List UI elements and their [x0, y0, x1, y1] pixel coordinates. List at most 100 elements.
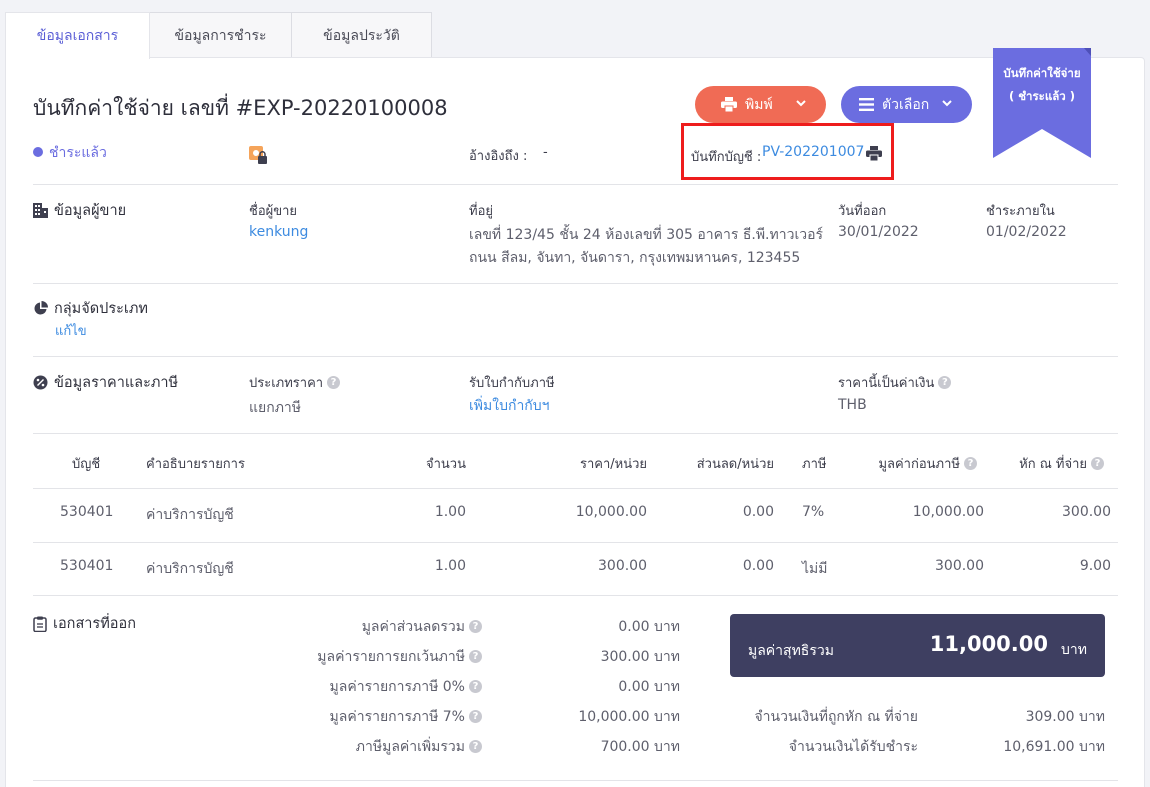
summary-discount-label: มูลค่าส่วนลดรวม? — [240, 616, 482, 638]
divider — [33, 283, 1118, 284]
summary-vat0-value: 0.00 บาท — [618, 679, 680, 695]
percent-badge-icon — [33, 375, 48, 390]
currency-value: THB — [838, 397, 867, 413]
print-button[interactable]: พิมพ์ — [695, 86, 826, 123]
clipboard-icon — [33, 616, 47, 632]
summary-vat0-text: มูลค่ารายการภาษี 0% — [329, 679, 465, 695]
help-icon[interactable]: ? — [964, 457, 977, 470]
chevron-down-icon — [796, 100, 806, 107]
issue-date-label: วันที่ออก — [838, 204, 887, 219]
divider — [33, 433, 1118, 434]
add-tax-invoice-link[interactable]: เพิ่มใบกำกับฯ — [469, 395, 550, 417]
withheld-label: จำนวนเงินที่ถูกหัก ณ ที่จ่าย — [754, 709, 918, 725]
category-edit-link[interactable]: แก้ไข — [55, 320, 87, 341]
divider — [33, 780, 1118, 781]
category-section-title: กลุ่มจัดประเภท — [33, 297, 148, 320]
col-header-withholding: หัก ณ ที่จ่าย? — [980, 453, 1104, 474]
summary-vat7-text: มูลค่ารายการภาษี 7% — [329, 709, 465, 725]
issue-date-value: 30/01/2022 — [838, 224, 919, 240]
status-dot — [33, 147, 43, 157]
summary-vat-total-label: ภาษีมูลค่าเพิ่มรวม? — [240, 736, 482, 758]
help-icon[interactable]: ? — [469, 619, 482, 633]
locked-attachment-icon — [249, 146, 267, 164]
col-header-pretax-text: มูลค่าก่อนภาษี — [878, 457, 960, 472]
summary-vat7-value: 10,000.00 บาท — [578, 709, 680, 725]
price-type-value: แยกภาษี — [249, 400, 302, 416]
col-header-discount: ส่วนลด/หน่วย — [696, 457, 774, 472]
ribbon-title: บันทึกค่าใช้จ่าย — [1003, 66, 1081, 80]
pricing-section-title: ข้อมูลราคาและภาษี — [33, 371, 178, 394]
documents-section-title: เอกสารที่ออก — [33, 612, 136, 635]
divider — [33, 488, 1118, 489]
help-icon[interactable]: ? — [469, 649, 482, 663]
cell-withholding: 9.00 — [1079, 558, 1111, 574]
status-badge: ชำระแล้ว — [33, 142, 107, 164]
cell-account: 530401 — [60, 504, 114, 520]
address-line-2: ถนน สีลม, จันทา, จันดารา, กรุงเทพมหานคร,… — [469, 250, 801, 266]
highlight-box — [681, 123, 894, 180]
options-button[interactable]: ตัวเลือก — [841, 86, 972, 123]
vendor-name-link[interactable]: kenkung — [249, 224, 308, 240]
received-value: 10,691.00 บาท — [1003, 739, 1105, 755]
help-icon[interactable]: ? — [1091, 457, 1104, 470]
summary-discount-text: มูลค่าส่วนลดรวม — [361, 619, 465, 635]
currency-label: ราคานี้เป็นค่าเงิน? — [838, 372, 952, 393]
cell-withholding: 300.00 — [1062, 504, 1111, 520]
col-header-withholding-text: หัก ณ ที่จ่าย — [1019, 457, 1087, 472]
currency-label-text: ราคานี้เป็นค่าเงิน — [838, 376, 935, 391]
summary-exempt-text: มูลค่ารายการยกเว้นภาษี — [317, 649, 465, 665]
cell-account: 530401 — [60, 558, 114, 574]
summary-vat-total-value: 700.00 บาท — [600, 739, 680, 755]
reference-label: อ้างอิงถึง : — [469, 149, 528, 164]
vendor-name-label: ชื่อผู้ขาย — [249, 204, 298, 219]
tab-history-info[interactable]: ข้อมูลประวัติ — [291, 12, 432, 58]
vendor-section-title: ข้อมูลผู้ขาย — [33, 199, 126, 222]
summary-exempt-value: 300.00 บาท — [600, 649, 680, 665]
col-header-unit-price: ราคา/หน่วย — [579, 457, 647, 472]
tab-document-info[interactable]: ข้อมูลเอกสาร — [5, 12, 150, 59]
summary-discount-value: 0.00 บาท — [618, 619, 680, 635]
help-icon[interactable]: ? — [469, 739, 482, 753]
cell-description: ค่าบริการบัญชี — [146, 507, 234, 523]
help-icon[interactable]: ? — [469, 679, 482, 693]
page-title: บันทึกค่าใช้จ่าย เลขที่ #EXP-20220100008 — [33, 96, 448, 120]
pricing-section-label: ข้อมูลราคาและภาษี — [54, 375, 179, 391]
col-header-pretax: มูลค่าก่อนภาษี? — [840, 453, 977, 474]
cell-tax: ไม่มี — [802, 561, 828, 577]
address-line-1: เลขที่ 123/45 ชั้น 24 ห้องเลขที่ 305 อาค… — [469, 227, 824, 243]
category-section-label: กลุ่มจัดประเภท — [54, 301, 148, 317]
print-button-label: พิมพ์ — [745, 96, 773, 113]
price-type-label-text: ประเภทราคา — [249, 376, 324, 391]
due-date-label: ชำระภายใน — [986, 204, 1055, 219]
divider — [33, 542, 1118, 543]
reference-value: - — [543, 145, 548, 160]
divider — [33, 595, 1118, 596]
status-label: ชำระแล้ว — [49, 145, 107, 161]
summary-vat0-label: มูลค่ารายการภาษี 0%? — [240, 676, 482, 698]
cell-description: ค่าบริการบัญชี — [146, 561, 234, 577]
cell-discount: 0.00 — [742, 504, 774, 520]
summary-vat7-label: มูลค่ารายการภาษี 7%? — [240, 706, 482, 728]
tab-payment-info[interactable]: ข้อมูลการชำระ — [149, 12, 292, 58]
help-icon[interactable]: ? — [469, 709, 482, 723]
tax-invoice-label: รับใบกำกับภาษี — [469, 376, 555, 391]
help-icon[interactable]: ? — [938, 376, 952, 389]
col-header-description: คำอธิบายรายการ — [146, 457, 245, 472]
withheld-value: 309.00 บาท — [1025, 709, 1105, 725]
summary-vat-total-text: ภาษีมูลค่าเพิ่มรวม — [355, 739, 465, 755]
summary-exempt-label: มูลค่ารายการยกเว้นภาษี? — [240, 646, 482, 668]
cell-quantity: 1.00 — [434, 558, 466, 574]
chevron-down-icon — [942, 100, 952, 107]
help-icon[interactable]: ? — [327, 376, 341, 389]
status-ribbon: บันทึกค่าใช้จ่าย ( ชำระแล้ว ) — [993, 48, 1091, 158]
address-label: ที่อยู่ — [469, 204, 493, 219]
col-header-account: บัญชี — [72, 457, 101, 472]
cell-pretax: 300.00 — [935, 558, 984, 574]
printer-icon — [721, 97, 737, 112]
net-total-unit: บาท — [1061, 642, 1087, 658]
tab-bar: ข้อมูลเอกสาร ข้อมูลการชำระ ข้อมูลประวัติ — [0, 12, 432, 59]
cell-unit-price: 300.00 — [598, 558, 647, 574]
cell-discount: 0.00 — [742, 558, 774, 574]
net-total-label: มูลค่าสุทธิรวม — [748, 643, 834, 659]
net-total-box: มูลค่าสุทธิรวม 11,000.00 บาท — [730, 614, 1105, 677]
